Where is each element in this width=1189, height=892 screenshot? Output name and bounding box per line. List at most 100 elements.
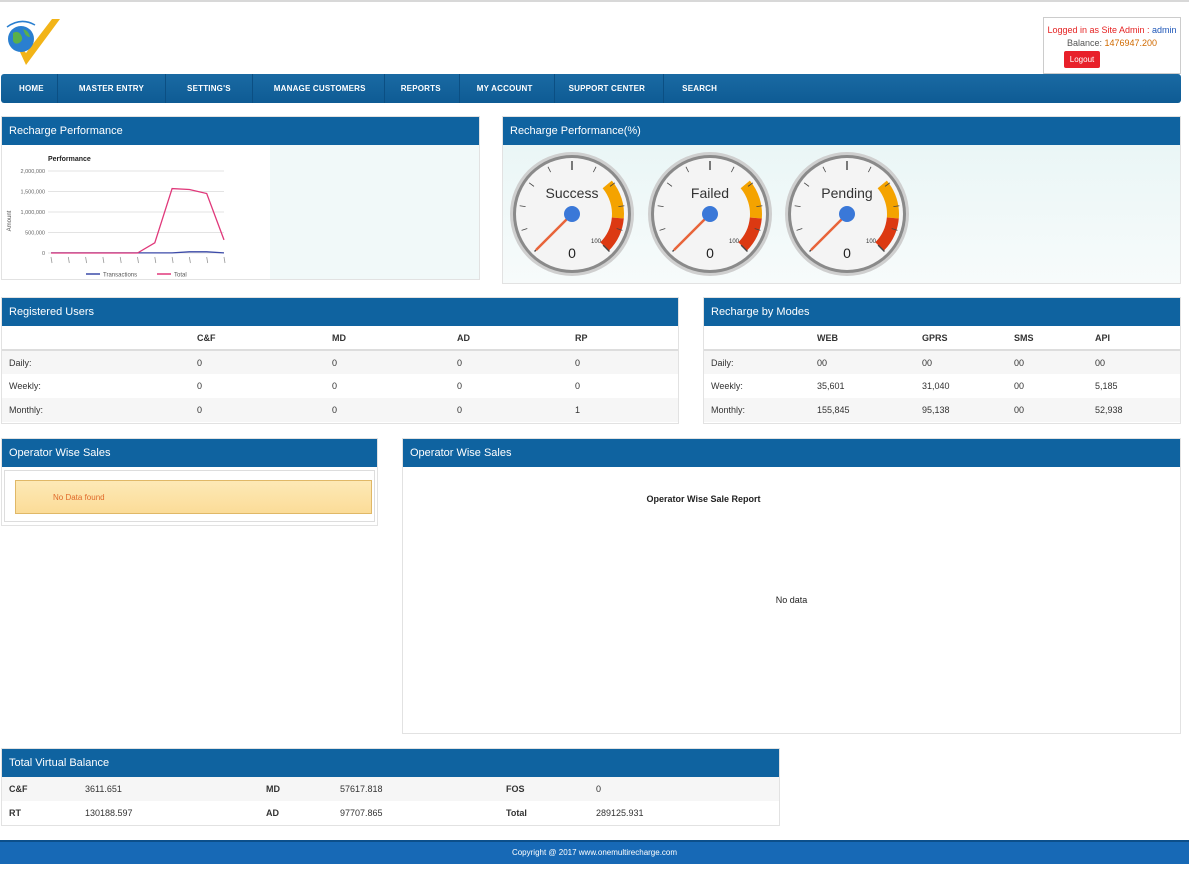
table-row: Daily: 0 0 0 0: [2, 350, 678, 374]
recharge-modes-title: Recharge by Modes: [704, 298, 1180, 326]
table-cell: 31,040: [922, 374, 1014, 398]
copyright-text: Copyright @ 2017 www.onemultirecharge.co…: [511, 848, 678, 857]
table-cell: 0: [197, 350, 332, 374]
table-cell: 0: [575, 350, 678, 374]
x-tick-mark: [137, 256, 139, 264]
balance-value-cell: 97707.865: [340, 801, 506, 825]
login-status-text: Logged in as Site Admin : admin: [1044, 25, 1180, 35]
table-cell: 0: [197, 398, 332, 422]
column-header: API: [1095, 326, 1180, 351]
table-cell: 00: [1014, 350, 1095, 374]
x-tick-mark: [119, 256, 122, 264]
y-tick-label: 1,000,000: [21, 210, 45, 216]
legend-transactions-label: Transactions: [103, 273, 137, 279]
table-cell: 95,138: [922, 398, 1014, 422]
operator-sales-right-panel: Operator Wise Sales Operator Wise Sale R…: [402, 438, 1181, 734]
column-header: MD: [332, 326, 457, 351]
table-cell: 0: [332, 374, 457, 398]
balance-value-cell: 3611.651: [85, 777, 266, 801]
table-cell: 0: [197, 374, 332, 398]
column-header: GPRS: [922, 326, 1014, 351]
column-header: WEB: [817, 326, 922, 351]
balance-label: Balance:: [1066, 38, 1105, 48]
nav-search[interactable]: SEARCH: [664, 74, 733, 103]
footer: Copyright @ 2017 www.onemultirecharge.co…: [0, 840, 1189, 864]
nav-support-center[interactable]: SUPPORT CENTER: [555, 74, 665, 103]
virtual-balance-title: Total Virtual Balance: [2, 749, 779, 777]
gauge-value: 0: [706, 245, 714, 261]
operator-no-data-text: No data: [775, 595, 808, 605]
table-cell: 0: [457, 398, 575, 422]
balance-label-cell: Total: [506, 801, 596, 825]
balance-value-cell: 130188.597: [85, 801, 266, 825]
nav-my-account[interactable]: MY ACCOUNT: [460, 74, 555, 103]
table-cell: Weekly:: [704, 374, 817, 398]
table-cell: 1: [575, 398, 678, 422]
column-header: C&F: [197, 326, 332, 351]
table-cell: Daily:: [704, 350, 817, 374]
column-header: RP: [575, 326, 678, 351]
legend-total-label: Total: [174, 273, 187, 279]
table-cell: 0: [457, 350, 575, 374]
performance-chart: Performance Amount 2,000,000 1,500,000 1,0…: [7, 156, 226, 279]
series-line-total: [51, 187, 225, 254]
table-cell: 00: [922, 350, 1014, 374]
recharge-performance-pct-title: Recharge Performance(%): [503, 117, 1180, 145]
nav-reports[interactable]: REPORTS: [385, 74, 460, 103]
operator-sales-left-title: Operator Wise Sales: [2, 439, 377, 467]
balance-label-cell: MD: [266, 777, 340, 801]
y-tick-label: 0: [42, 251, 45, 257]
x-tick-mark: [67, 256, 70, 264]
recharge-performance-pct-panel: Recharge Performance(%) Success 100 0 Fail…: [502, 116, 1181, 284]
table-row: Monthly: 155,845 95,138 00 52,938: [704, 398, 1180, 422]
table-cell: 35,601: [817, 374, 922, 398]
table-cell: 52,938: [1095, 398, 1180, 422]
x-tick-mark: [223, 256, 226, 264]
chart-side-area: [270, 145, 479, 279]
operator-sales-right-title: Operator Wise Sales: [403, 439, 1180, 467]
balance-value: 1476947.200: [1104, 38, 1158, 48]
x-tick-mark: [189, 256, 191, 264]
balance-value-cell: 0: [596, 777, 779, 801]
globe-check-icon: [6, 19, 60, 65]
balance-line: Balance: 1476947.200: [1044, 38, 1180, 48]
registered-users-table: C&F MD AD RP Daily: 0 0 0 0 Weekly: 0 0 0 0 Monthly: 0…: [2, 326, 678, 422]
site-logo[interactable]: [4, 15, 62, 71]
success-gauge: Success 100 0: [510, 152, 634, 276]
chart-ylabel: Amount: [7, 210, 13, 231]
nav-home[interactable]: HOME: [9, 74, 58, 103]
logout-button[interactable]: Logout: [1063, 51, 1101, 68]
nav-manage-customers[interactable]: MANAGE CUSTOMERS: [253, 74, 385, 103]
nav-settings[interactable]: SETTING'S: [166, 74, 253, 103]
virtual-balance-table: C&F 3611.651 MD 57617.818 FOS 0 RT 130188.597 AD…: [2, 777, 779, 825]
balance-label-cell: FOS: [506, 777, 596, 801]
failed-gauge: Failed 100 0: [648, 152, 772, 276]
balance-value-cell: 57617.818: [340, 777, 506, 801]
table-cell: 155,845: [817, 398, 922, 422]
login-prefix: Logged in as Site Admin :: [1047, 25, 1153, 35]
column-header: [704, 326, 817, 351]
operator-sales-left-panel: Operator Wise Sales No Data found: [1, 438, 378, 526]
nav-master-entry[interactable]: MASTER ENTRY: [58, 74, 167, 103]
column-header: AD: [457, 326, 575, 351]
gauge-hub: [702, 206, 718, 222]
gauge-hub: [564, 206, 580, 222]
chart-legend: Transactions Total: [86, 273, 187, 279]
table-row: Daily: 00 00 00 00: [704, 350, 1180, 374]
gauge-value: 0: [568, 245, 576, 261]
table-row: Monthly: 0 0 0 1: [2, 398, 678, 422]
y-tick-label: 1,500,000: [21, 190, 45, 196]
table-row: Weekly: 35,601 31,040 00 5,185: [704, 374, 1180, 398]
chart-title: Performance: [48, 156, 91, 163]
gauge-max-label: 100: [729, 239, 740, 245]
table-cell: Monthly:: [2, 398, 197, 422]
x-tick-mark: [50, 256, 53, 264]
recharge-performance-panel: Recharge Performance Performance Amount …: [1, 116, 480, 280]
table-cell: 0: [457, 374, 575, 398]
login-user-link[interactable]: admin: [1152, 25, 1177, 35]
y-tick-label: 500,000: [25, 231, 45, 237]
table-cell: 5,185: [1095, 374, 1180, 398]
gauge-label: Success: [546, 185, 599, 201]
column-header: [2, 326, 197, 351]
recharge-performance-title: Recharge Performance: [2, 117, 479, 145]
